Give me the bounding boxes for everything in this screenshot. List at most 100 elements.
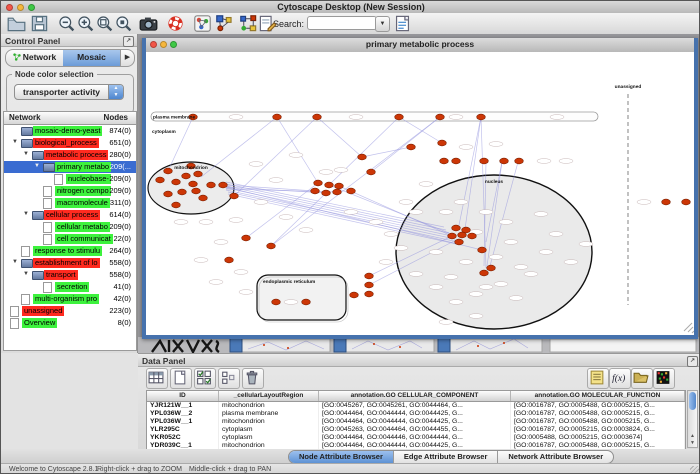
function-builder-icon[interactable]: f(x) [609, 368, 631, 389]
column-header[interactable]: annotation.GO CELLULAR_COMPONENT [319, 391, 511, 401]
matrix-icon[interactable] [653, 368, 675, 389]
notes-icon[interactable] [587, 368, 609, 389]
search-dropdown-button[interactable]: ▼ [375, 16, 390, 32]
snapshot-camera-icon[interactable] [139, 14, 158, 33]
node-color-selection-label: Node color selection [12, 70, 97, 79]
tree-row-metabolic-process[interactable]: ▼metabolic process280(0) [4, 149, 136, 161]
tab-network-attribute-browser[interactable]: Network Attribute Browser [498, 451, 613, 463]
vizmapper-icon[interactable] [193, 14, 212, 33]
disclosure-triangle-icon[interactable]: ▼ [23, 211, 29, 217]
scrollbar-arrows[interactable]: ▲▼ [688, 433, 697, 447]
window-title: Cytoscape Desktop (New Session) [1, 2, 700, 12]
disclosure-triangle-icon[interactable]: ▼ [12, 139, 18, 145]
save-session-icon[interactable] [30, 14, 49, 33]
tab-node-attribute-browser[interactable]: Node Attribute Browser [289, 451, 394, 463]
disclosure-triangle-icon[interactable]: ▼ [23, 271, 29, 277]
attribute-table: ID_cellularLayoutRegionannotation.GO CEL… [146, 390, 686, 450]
tree-col-nodes: Nodes [104, 113, 128, 122]
select-attributes-icon[interactable] [194, 368, 216, 389]
scrollbar-thumb[interactable] [689, 392, 696, 410]
column-header[interactable]: annotation.GO MOLECULAR_FUNCTION [511, 391, 685, 401]
control-panel-title: Control Panel [5, 36, 60, 46]
network-canvas[interactable]: plasma membranecytoplasmmitochondrionnuc… [146, 52, 694, 335]
zoom-out-icon[interactable] [57, 14, 76, 33]
tree-row-transport[interactable]: ▼transport558(0) [4, 269, 136, 281]
table-cell: YLR295C [147, 426, 219, 434]
tree-count: 558(0) [109, 270, 131, 279]
tree-count: 280(0) [109, 150, 131, 159]
table-cell: mitochondrion [219, 418, 319, 426]
tree-label: biological_process [33, 138, 99, 148]
network-node [358, 154, 367, 160]
table-row[interactable]: YLR295Ccytoplasm[GO:0045263, GO:0044464,… [147, 426, 685, 434]
column-header[interactable]: ID [147, 391, 219, 401]
new-attribute-icon[interactable] [170, 368, 192, 389]
table-cell: [GO:0045263, GO:0044464, GO:0044455, G..… [319, 426, 511, 434]
tree-row-response-to-stimulu[interactable]: response to stimulu264(0) [4, 245, 136, 257]
leaf-icon [43, 198, 52, 209]
attribute-table-icon[interactable] [146, 368, 168, 389]
import-attributes-icon[interactable] [631, 368, 653, 389]
layout-icon-2[interactable] [239, 14, 258, 33]
tree-row-macromolecule[interactable]: macromolecule311(0) [4, 197, 136, 209]
table-row[interactable]: YKR052Ccytoplasm[GO:0044464, GO:0044446,… [147, 434, 685, 442]
float-data-panel-icon[interactable]: ↗ [687, 356, 698, 367]
svg-text:plasma membrane: plasma membrane [153, 115, 195, 121]
resize-grip[interactable] [690, 466, 700, 474]
tab-network[interactable]: Network [6, 50, 63, 66]
tree-label: nitrogen compo [55, 186, 111, 196]
network-node [515, 158, 524, 164]
network-node [395, 114, 404, 120]
tree-row-cellular-process[interactable]: ▼cellular process614(0) [4, 209, 136, 221]
table-row[interactable]: YPL036W__2plasma membrane[GO:0044464, GO… [147, 410, 685, 418]
help-lifesaver-icon[interactable] [166, 14, 185, 33]
zoom-fit-icon[interactable] [95, 14, 114, 33]
open-network-icon[interactable] [7, 14, 26, 33]
delete-attribute-icon[interactable] [242, 368, 264, 389]
column-header[interactable]: _cellularLayoutRegion [219, 391, 319, 401]
table-cell: [GO:0016787, GO:0005215, GO:0003824, G..… [511, 426, 685, 434]
tab-mosaic[interactable]: Mosaic [63, 50, 120, 66]
disclosure-triangle-icon[interactable]: ▼ [12, 259, 18, 265]
tree-row-nitrogen-compo[interactable]: nitrogen compo209(0) [4, 185, 136, 197]
search-label: Search: [273, 19, 304, 29]
table-scrollbar[interactable]: ▲▼ [687, 390, 698, 448]
folder-icon [32, 211, 44, 220]
zoom-in-icon[interactable] [76, 14, 95, 33]
tree-row-nucleobase-[interactable]: nucleobase-209(0) [4, 173, 136, 185]
network-graph[interactable]: plasma membranecytoplasmmitochondrionnuc… [146, 52, 694, 335]
table-row[interactable]: YPL036W__1mitochondrion[GO:0044464, GO:0… [147, 418, 685, 426]
tree-row-unassigned[interactable]: unassigned223(0) [4, 305, 136, 317]
layout-icon-1[interactable] [215, 14, 234, 33]
tree-label: establishment of lo [33, 258, 100, 268]
attribute-doc-icon[interactable] [393, 14, 412, 33]
tree-row-overview[interactable]: Overview8(0) [4, 317, 136, 329]
network-view-window[interactable]: primary metabolic process plasma membran… [142, 38, 698, 339]
disclosure-triangle-icon[interactable]: ▼ [23, 151, 29, 157]
network-node [448, 233, 457, 239]
tree-row-establishment-of-lo[interactable]: ▼establishment of lo558(0) [4, 257, 136, 269]
network-node [207, 182, 216, 188]
tree-row-cellular-metabo[interactable]: cellular metabo209(0) [4, 221, 136, 233]
disclosure-triangle-icon[interactable]: ▼ [34, 163, 40, 169]
control-panel: Control Panel ↗ Network Mosaic ▶ Node co… [1, 34, 138, 353]
search-input[interactable] [307, 16, 377, 30]
tree-row-multi-organism-pro[interactable]: multi-organism pro42(0) [4, 293, 136, 305]
table-row[interactable]: YJR121W__1mitochondrion[GO:0045267, GO:0… [147, 402, 685, 410]
tab-edge-attribute-browser[interactable]: Edge Attribute Browser [394, 451, 498, 463]
zoom-selected-icon[interactable] [114, 14, 133, 33]
tab-overflow-arrow[interactable]: ▶ [120, 50, 134, 66]
node-color-dropdown-value: transporter activity [23, 87, 100, 97]
tree-row-mosaic-demo-yeast[interactable]: mosaic-demo-yeast874(0) [4, 125, 136, 137]
network-node [322, 190, 331, 196]
tree-row-biological-process[interactable]: ▼biological_process651(0) [4, 137, 136, 149]
svg-text:unassigned: unassigned [615, 84, 642, 90]
float-panel-icon[interactable]: ↗ [123, 36, 134, 47]
tree-count: 209(0) [109, 222, 131, 231]
tree-row-primary-metabo[interactable]: ▼primary metabo209(... [4, 161, 136, 173]
unselect-attributes-icon[interactable] [218, 368, 240, 389]
tree-row-cell-communicat[interactable]: cell communicat22(0) [4, 233, 136, 245]
tree-row-secretion[interactable]: secretion41(0) [4, 281, 136, 293]
annotation-icon[interactable] [258, 14, 277, 33]
node-color-dropdown[interactable]: transporter activity ▲▼ [14, 84, 124, 100]
